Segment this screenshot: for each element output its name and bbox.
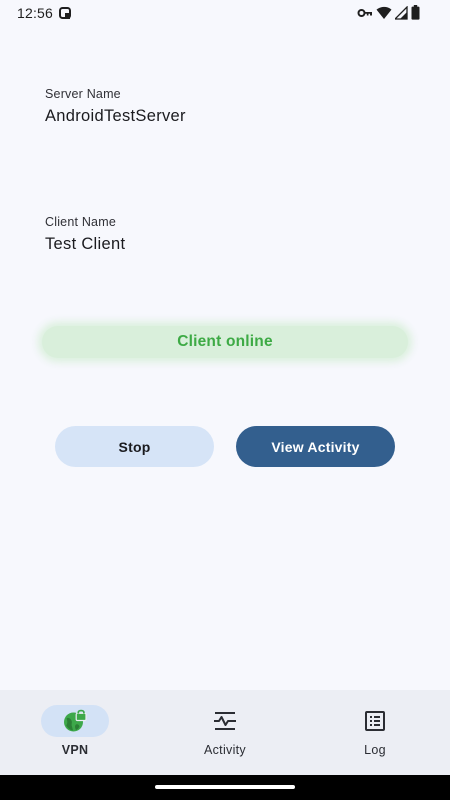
nav-label-log: Log: [364, 743, 386, 757]
client-status-text: Client online: [177, 333, 273, 350]
server-name-label: Server Name: [45, 87, 121, 101]
client-status-banner: Client online: [42, 326, 408, 358]
nav-item-activity[interactable]: Activity: [150, 690, 300, 775]
wifi-icon: [376, 6, 392, 25]
battery-icon: [411, 5, 420, 25]
vpn-globe-lock-icon: [64, 709, 87, 732]
log-list-icon: [365, 711, 385, 731]
nav-label-activity: Activity: [204, 743, 246, 757]
app-notification-icon: [59, 7, 71, 25]
nav-item-vpn[interactable]: VPN: [0, 690, 150, 775]
cellular-signal-icon: [393, 4, 408, 25]
system-navigation-bar: [0, 775, 450, 800]
vpn-key-icon: [357, 6, 373, 24]
nav-label-vpn: VPN: [61, 743, 89, 757]
status-time: 12:56: [17, 5, 54, 21]
activity-pulse-icon: [214, 712, 236, 730]
client-name-value: Test Client: [45, 235, 126, 253]
nav-item-log[interactable]: Log: [300, 690, 450, 775]
stop-button-label: Stop: [118, 438, 151, 455]
home-gesture-handle[interactable]: [155, 785, 295, 789]
view-activity-button[interactable]: View Activity: [236, 426, 395, 467]
bottom-navigation-bar: VPN Activity Log: [0, 690, 450, 775]
view-activity-button-label: View Activity: [271, 438, 360, 455]
server-name-value: AndroidTestServer: [45, 107, 186, 125]
status-bar: 12:56: [0, 0, 450, 26]
status-icons: [357, 4, 420, 25]
stop-button[interactable]: Stop: [55, 426, 214, 467]
client-name-label: Client Name: [45, 215, 116, 229]
